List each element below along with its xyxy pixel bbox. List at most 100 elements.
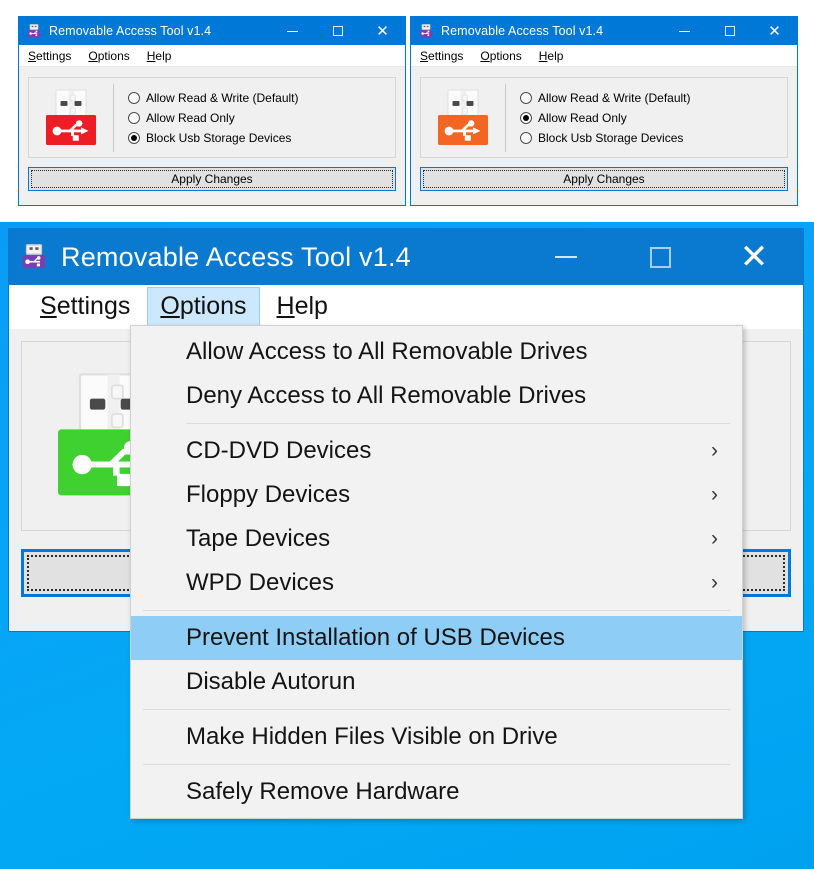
menu-settings[interactable]: Settings [27,287,143,327]
maximize-button[interactable] [707,17,752,45]
maximize-icon [332,26,343,36]
window-body: Allow Read & Write (Default) Allow Read … [411,67,797,191]
menu-item-label: Safely Remove Hardware [186,778,460,805]
radio-allow-read-write[interactable]: Allow Read & Write (Default) [520,91,787,105]
window-readonly[interactable]: Removable Access Tool v1.4 ✕ Settings Op… [410,16,798,206]
chevron-right-icon: › [711,439,718,462]
window-title: Removable Access Tool v1.4 [441,24,604,38]
window-controls: ✕ [270,17,405,45]
radio-label: Allow Read Only [146,110,235,125]
usb-flash-drive-icon [26,23,42,39]
menu-bar: Settings Options Help [411,45,797,67]
menu-options[interactable]: Options [147,287,260,327]
menu-item-cd-dvd-devices[interactable]: CD-DVD Devices › [131,429,742,473]
minimize-icon [287,30,298,32]
radio-indicator [520,91,532,104]
menu-help[interactable]: Help [539,49,564,63]
window-controls: ✕ [519,229,801,285]
radio-allow-read-only[interactable]: Allow Read Only [520,111,787,125]
radio-label: Allow Read & Write (Default) [538,90,691,105]
access-mode-radio-group: Allow Read & Write (Default) Allow Read … [506,91,787,145]
menu-item-label: Make Hidden Files Visible on Drive [186,723,558,750]
menu-separator [143,709,730,710]
usb-status-icon-red [42,88,100,148]
radio-label: Allow Read & Write (Default) [146,90,299,105]
menu-bar: Settings Options Help [19,45,405,67]
menu-item-label: Disable Autorun [186,668,356,695]
menu-settings[interactable]: Settings [28,49,71,63]
menu-item-allow-access-all[interactable]: Allow Access to All Removable Drives [131,330,742,374]
close-button[interactable]: ✕ [360,17,405,45]
window-body: Allow Read & Write (Default) Allow Read … [19,67,405,191]
menu-item-tape-devices[interactable]: Tape Devices › [131,517,742,561]
menu-item-safely-remove-hardware[interactable]: Safely Remove Hardware [131,770,742,814]
minimize-icon [679,30,690,32]
maximize-button[interactable] [613,229,707,285]
options-dropdown-menu[interactable]: Allow Access to All Removable Drives Den… [130,325,743,819]
close-icon: ✕ [376,22,389,40]
window-title: Removable Access Tool v1.4 [61,241,411,272]
window-title: Removable Access Tool v1.4 [49,24,212,38]
usb-status-icon-cell [421,88,505,148]
radio-allow-read-only[interactable]: Allow Read Only [128,111,395,125]
minimize-icon [555,256,577,258]
radio-label: Block Usb Storage Devices [538,130,684,145]
title-bar[interactable]: Removable Access Tool v1.4 ✕ [9,229,803,285]
chevron-right-icon: › [711,571,718,594]
maximize-button[interactable] [315,17,360,45]
menu-item-deny-access-all[interactable]: Deny Access to All Removable Drives [131,374,742,418]
menu-item-prevent-installation-usb[interactable]: Prevent Installation of USB Devices [131,616,742,660]
radio-indicator-selected [520,111,532,124]
menu-item-label: Deny Access to All Removable Drives [186,382,587,409]
minimize-button[interactable] [270,17,315,45]
window-blocked[interactable]: Removable Access Tool v1.4 ✕ Settings Op… [18,16,406,206]
usb-status-icon-orange [434,88,492,148]
menu-item-wpd-devices[interactable]: WPD Devices › [131,561,742,605]
access-mode-groupbox: Allow Read & Write (Default) Allow Read … [420,77,788,158]
menu-item-make-hidden-files-visible[interactable]: Make Hidden Files Visible on Drive [131,715,742,759]
access-mode-groupbox: Allow Read & Write (Default) Allow Read … [28,77,396,158]
radio-indicator [128,91,140,104]
close-button[interactable]: ✕ [707,229,801,285]
radio-label: Block Usb Storage Devices [146,130,292,145]
chevron-right-icon: › [711,527,718,550]
usb-flash-drive-icon [418,23,434,39]
menu-help[interactable]: Help [147,49,172,63]
menu-separator [143,610,730,611]
menu-separator [186,423,730,424]
radio-indicator [520,131,532,144]
radio-allow-read-write[interactable]: Allow Read & Write (Default) [128,91,395,105]
menu-item-label: Floppy Devices [186,481,351,508]
menu-help[interactable]: Help [264,287,341,327]
radio-block-usb-storage[interactable]: Block Usb Storage Devices [128,131,395,145]
menu-options[interactable]: Options [88,49,129,63]
window-controls: ✕ [662,17,797,45]
minimize-button[interactable] [519,229,613,285]
apply-changes-button[interactable]: Apply Changes [28,167,396,191]
close-icon: ✕ [739,238,769,276]
menu-item-disable-autorun[interactable]: Disable Autorun [131,660,742,704]
apply-row: Apply Changes [28,167,396,191]
radio-block-usb-storage[interactable]: Block Usb Storage Devices [520,131,787,145]
apply-row: Apply Changes [420,167,788,191]
close-button[interactable]: ✕ [752,17,797,45]
radio-label: Allow Read Only [538,110,627,125]
menu-settings[interactable]: Settings [420,49,463,63]
title-bar[interactable]: Removable Access Tool v1.4 ✕ [411,17,797,45]
menu-item-label: CD-DVD Devices [186,437,372,464]
menu-item-label: Prevent Installation of USB Devices [186,624,565,651]
title-bar[interactable]: Removable Access Tool v1.4 ✕ [19,17,405,45]
radio-indicator-selected [128,131,140,144]
usb-status-icon-cell [29,88,113,148]
chevron-right-icon: › [711,483,718,506]
menu-item-label: Allow Access to All Removable Drives [186,338,588,365]
menu-item-label: Tape Devices [186,525,331,552]
maximize-icon [724,26,735,36]
menu-separator [143,764,730,765]
access-mode-radio-group: Allow Read & Write (Default) Allow Read … [114,91,395,145]
menu-item-floppy-devices[interactable]: Floppy Devices › [131,473,742,517]
minimize-button[interactable] [662,17,707,45]
close-icon: ✕ [768,22,781,40]
apply-changes-button[interactable]: Apply Changes [420,167,788,191]
menu-options[interactable]: Options [480,49,521,63]
